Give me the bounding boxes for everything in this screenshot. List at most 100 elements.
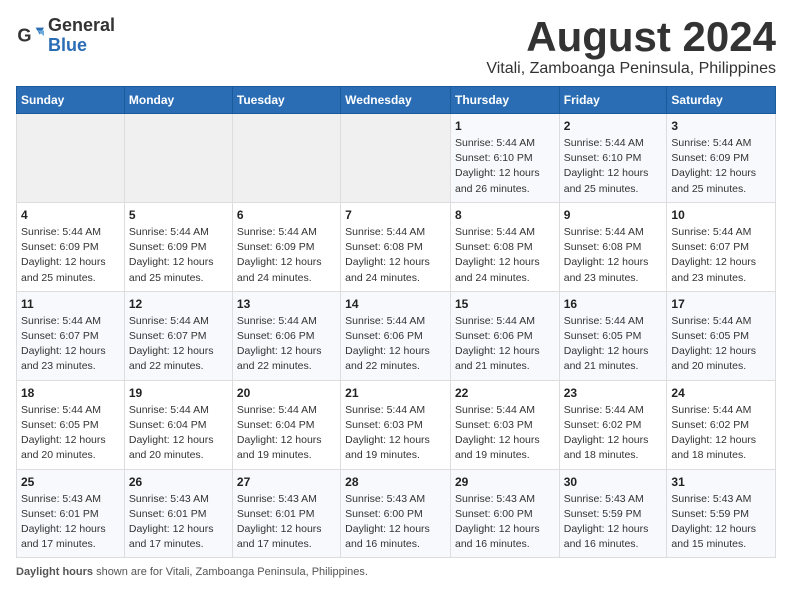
day-info: Sunrise: 5:44 AM Sunset: 6:09 PM Dayligh… [671, 136, 771, 197]
weekday-header-monday: Monday [124, 87, 232, 114]
day-number: 26 [129, 475, 228, 489]
calendar-cell: 23Sunrise: 5:44 AM Sunset: 6:02 PM Dayli… [559, 380, 667, 469]
day-number: 17 [671, 297, 771, 311]
logo-general-text: General [48, 16, 115, 36]
footer-text: shown are for Vitali, Zamboanga Peninsul… [93, 566, 368, 578]
day-number: 16 [564, 297, 663, 311]
day-info: Sunrise: 5:44 AM Sunset: 6:03 PM Dayligh… [345, 403, 446, 464]
day-info: Sunrise: 5:43 AM Sunset: 5:59 PM Dayligh… [564, 492, 663, 553]
calendar-cell [17, 114, 125, 203]
day-info: Sunrise: 5:44 AM Sunset: 6:06 PM Dayligh… [455, 314, 555, 375]
day-number: 20 [237, 386, 336, 400]
day-number: 1 [455, 119, 555, 133]
day-info: Sunrise: 5:44 AM Sunset: 6:07 PM Dayligh… [129, 314, 228, 375]
day-number: 19 [129, 386, 228, 400]
day-number: 31 [671, 475, 771, 489]
calendar-table: SundayMondayTuesdayWednesdayThursdayFrid… [16, 86, 776, 558]
calendar-title: August 2024 [486, 16, 776, 58]
day-number: 9 [564, 208, 663, 222]
logo-blue-text: Blue [48, 36, 115, 56]
logo-text: General Blue [48, 16, 115, 56]
logo-icon: G [16, 22, 44, 50]
day-info: Sunrise: 5:44 AM Sunset: 6:08 PM Dayligh… [564, 225, 663, 286]
calendar-cell: 12 Sunrise: 5:44 AM Sunset: 6:07 PM Dayli… [124, 291, 232, 380]
day-number: 30 [564, 475, 663, 489]
day-info: Sunrise: 5:44 AM Sunset: 6:04 PM Dayligh… [237, 403, 336, 464]
day-info: Sunrise: 5:43 AM Sunset: 6:00 PM Dayligh… [345, 492, 446, 553]
calendar-cell: 17Sunrise: 5:44 AM Sunset: 6:05 PM Dayli… [667, 291, 776, 380]
calendar-cell: 27Sunrise: 5:43 AM Sunset: 6:01 PM Dayli… [232, 469, 340, 558]
day-info: Sunrise: 5:44 AM Sunset: 6:07 PM Dayligh… [21, 314, 120, 375]
day-number: 8 [455, 208, 555, 222]
calendar-week-4: 18 Sunrise: 5:44 AM Sunset: 6:05 PM Dayli… [17, 380, 776, 469]
weekday-header-saturday: Saturday [667, 87, 776, 114]
day-number: 3 [671, 119, 771, 133]
day-number: 15 [455, 297, 555, 311]
day-info: Sunrise: 5:43 AM Sunset: 6:01 PM Dayligh… [129, 492, 228, 553]
calendar-cell: 4 Sunrise: 5:44 AM Sunset: 6:09 PM Daylig… [17, 202, 125, 291]
calendar-cell: 11 Sunrise: 5:44 AM Sunset: 6:07 PM Dayli… [17, 291, 125, 380]
calendar-cell: 8 Sunrise: 5:44 AM Sunset: 6:08 PM Daylig… [450, 202, 559, 291]
calendar-cell: 16 Sunrise: 5:44 AM Sunset: 6:05 PM Dayli… [559, 291, 667, 380]
calendar-cell: 14Sunrise: 5:44 AM Sunset: 6:06 PM Dayli… [341, 291, 451, 380]
calendar-cell: 24 Sunrise: 5:44 AM Sunset: 6:02 PM Dayli… [667, 380, 776, 469]
day-info: Sunrise: 5:44 AM Sunset: 6:10 PM Dayligh… [564, 136, 663, 197]
day-number: 25 [21, 475, 120, 489]
calendar-week-5: 25 Sunrise: 5:43 AM Sunset: 6:01 PM Dayli… [17, 469, 776, 558]
weekday-header-thursday: Thursday [450, 87, 559, 114]
day-number: 4 [21, 208, 120, 222]
day-number: 14 [345, 297, 446, 311]
calendar-cell [232, 114, 340, 203]
calendar-header: SundayMondayTuesdayWednesdayThursdayFrid… [17, 87, 776, 114]
day-info: Sunrise: 5:44 AM Sunset: 6:07 PM Dayligh… [671, 225, 771, 286]
footer: Daylight hours shown are for Vitali, Zam… [16, 566, 776, 578]
calendar-cell: 7 Sunrise: 5:44 AM Sunset: 6:08 PM Daylig… [341, 202, 451, 291]
weekday-header-tuesday: Tuesday [232, 87, 340, 114]
calendar-location: Vitali, Zamboanga Peninsula, Philippines [486, 60, 776, 78]
calendar-cell: 5Sunrise: 5:44 AM Sunset: 6:09 PM Daylig… [124, 202, 232, 291]
day-number: 7 [345, 208, 446, 222]
day-info: Sunrise: 5:44 AM Sunset: 6:08 PM Dayligh… [345, 225, 446, 286]
day-info: Sunrise: 5:44 AM Sunset: 6:09 PM Dayligh… [21, 225, 120, 286]
calendar-week-3: 11 Sunrise: 5:44 AM Sunset: 6:07 PM Dayli… [17, 291, 776, 380]
calendar-cell: 13Sunrise: 5:44 AM Sunset: 6:06 PM Dayli… [232, 291, 340, 380]
day-info: Sunrise: 5:44 AM Sunset: 6:04 PM Dayligh… [129, 403, 228, 464]
weekday-header-sunday: Sunday [17, 87, 125, 114]
calendar-cell: 29Sunrise: 5:43 AM Sunset: 6:00 PM Dayli… [450, 469, 559, 558]
day-number: 10 [671, 208, 771, 222]
logo: G General Blue [16, 16, 115, 56]
day-number: 29 [455, 475, 555, 489]
calendar-cell: 9 Sunrise: 5:44 AM Sunset: 6:08 PM Daylig… [559, 202, 667, 291]
day-info: Sunrise: 5:43 AM Sunset: 6:01 PM Dayligh… [21, 492, 120, 553]
day-info: Sunrise: 5:44 AM Sunset: 6:05 PM Dayligh… [564, 314, 663, 375]
day-number: 12 [129, 297, 228, 311]
day-info: Sunrise: 5:44 AM Sunset: 6:08 PM Dayligh… [455, 225, 555, 286]
svg-text:G: G [17, 25, 31, 45]
day-info: Sunrise: 5:44 AM Sunset: 6:09 PM Dayligh… [129, 225, 228, 286]
calendar-cell: 21Sunrise: 5:44 AM Sunset: 6:03 PM Dayli… [341, 380, 451, 469]
calendar-cell: 1 Sunrise: 5:44 AM Sunset: 6:10 PM Daylig… [450, 114, 559, 203]
day-number: 24 [671, 386, 771, 400]
day-info: Sunrise: 5:44 AM Sunset: 6:02 PM Dayligh… [671, 403, 771, 464]
day-info: Sunrise: 5:44 AM Sunset: 6:05 PM Dayligh… [21, 403, 120, 464]
day-info: Sunrise: 5:44 AM Sunset: 6:02 PM Dayligh… [564, 403, 663, 464]
day-number: 11 [21, 297, 120, 311]
day-number: 18 [21, 386, 120, 400]
calendar-body: 1 Sunrise: 5:44 AM Sunset: 6:10 PM Daylig… [17, 114, 776, 558]
calendar-cell [124, 114, 232, 203]
day-number: 28 [345, 475, 446, 489]
day-number: 13 [237, 297, 336, 311]
day-number: 27 [237, 475, 336, 489]
calendar-cell: 20 Sunrise: 5:44 AM Sunset: 6:04 PM Dayli… [232, 380, 340, 469]
calendar-cell: 6Sunrise: 5:44 AM Sunset: 6:09 PM Daylig… [232, 202, 340, 291]
day-info: Sunrise: 5:44 AM Sunset: 6:10 PM Dayligh… [455, 136, 555, 197]
calendar-cell: 26 Sunrise: 5:43 AM Sunset: 6:01 PM Dayli… [124, 469, 232, 558]
calendar-cell: 25 Sunrise: 5:43 AM Sunset: 6:01 PM Dayli… [17, 469, 125, 558]
day-info: Sunrise: 5:44 AM Sunset: 6:09 PM Dayligh… [237, 225, 336, 286]
calendar-cell: 19 Sunrise: 5:44 AM Sunset: 6:04 PM Dayli… [124, 380, 232, 469]
day-info: Sunrise: 5:44 AM Sunset: 6:03 PM Dayligh… [455, 403, 555, 464]
weekday-header-row: SundayMondayTuesdayWednesdayThursdayFrid… [17, 87, 776, 114]
calendar-cell: 30 Sunrise: 5:43 AM Sunset: 5:59 PM Dayli… [559, 469, 667, 558]
calendar-week-1: 1 Sunrise: 5:44 AM Sunset: 6:10 PM Daylig… [17, 114, 776, 203]
day-info: Sunrise: 5:43 AM Sunset: 5:59 PM Dayligh… [671, 492, 771, 553]
